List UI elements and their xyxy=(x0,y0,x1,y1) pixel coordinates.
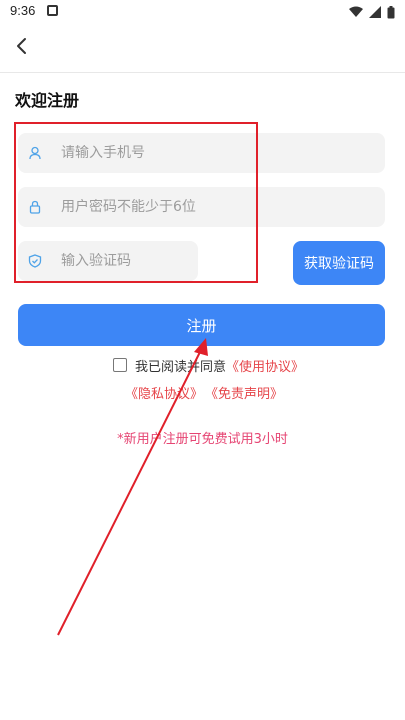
back-button[interactable] xyxy=(8,32,36,60)
page-title: 欢迎注册 xyxy=(15,91,80,110)
phone-input[interactable] xyxy=(61,145,385,161)
code-field xyxy=(18,241,198,281)
privacy-link[interactable]: 《隐私协议》 xyxy=(125,383,203,402)
disclaimer-link[interactable]: 《免责声明》 xyxy=(205,383,283,402)
shield-icon xyxy=(28,254,42,268)
phone-field xyxy=(18,133,385,173)
lock-icon xyxy=(28,200,42,214)
signal-icon xyxy=(369,6,381,18)
register-button[interactable]: 注册 xyxy=(18,304,385,346)
header-divider xyxy=(0,72,405,73)
code-input[interactable] xyxy=(61,253,198,269)
promo-text: *新用户注册可免费试用3小时 xyxy=(117,432,288,447)
wifi-icon xyxy=(349,6,363,17)
terms-link[interactable]: 《使用协议》 xyxy=(226,356,304,375)
notification-icon xyxy=(47,5,58,16)
password-input[interactable] xyxy=(61,199,385,215)
agreement-checkbox[interactable] xyxy=(113,358,127,372)
agreement-prefix: 我已阅读并同意 xyxy=(135,359,227,375)
status-time: 9:36 xyxy=(10,3,36,18)
chevron-left-icon xyxy=(17,38,26,54)
agreement-row: 我已阅读并同意 《使用协议》 xyxy=(113,355,304,375)
agreement-links-row: 《隐私协议》 《免责声明》 xyxy=(125,383,283,402)
status-bar: 9:36 xyxy=(0,0,405,24)
battery-icon xyxy=(387,5,395,18)
user-icon xyxy=(28,146,42,160)
get-code-button[interactable]: 获取验证码 xyxy=(293,241,385,285)
password-field xyxy=(18,187,385,227)
status-icons xyxy=(349,4,395,20)
